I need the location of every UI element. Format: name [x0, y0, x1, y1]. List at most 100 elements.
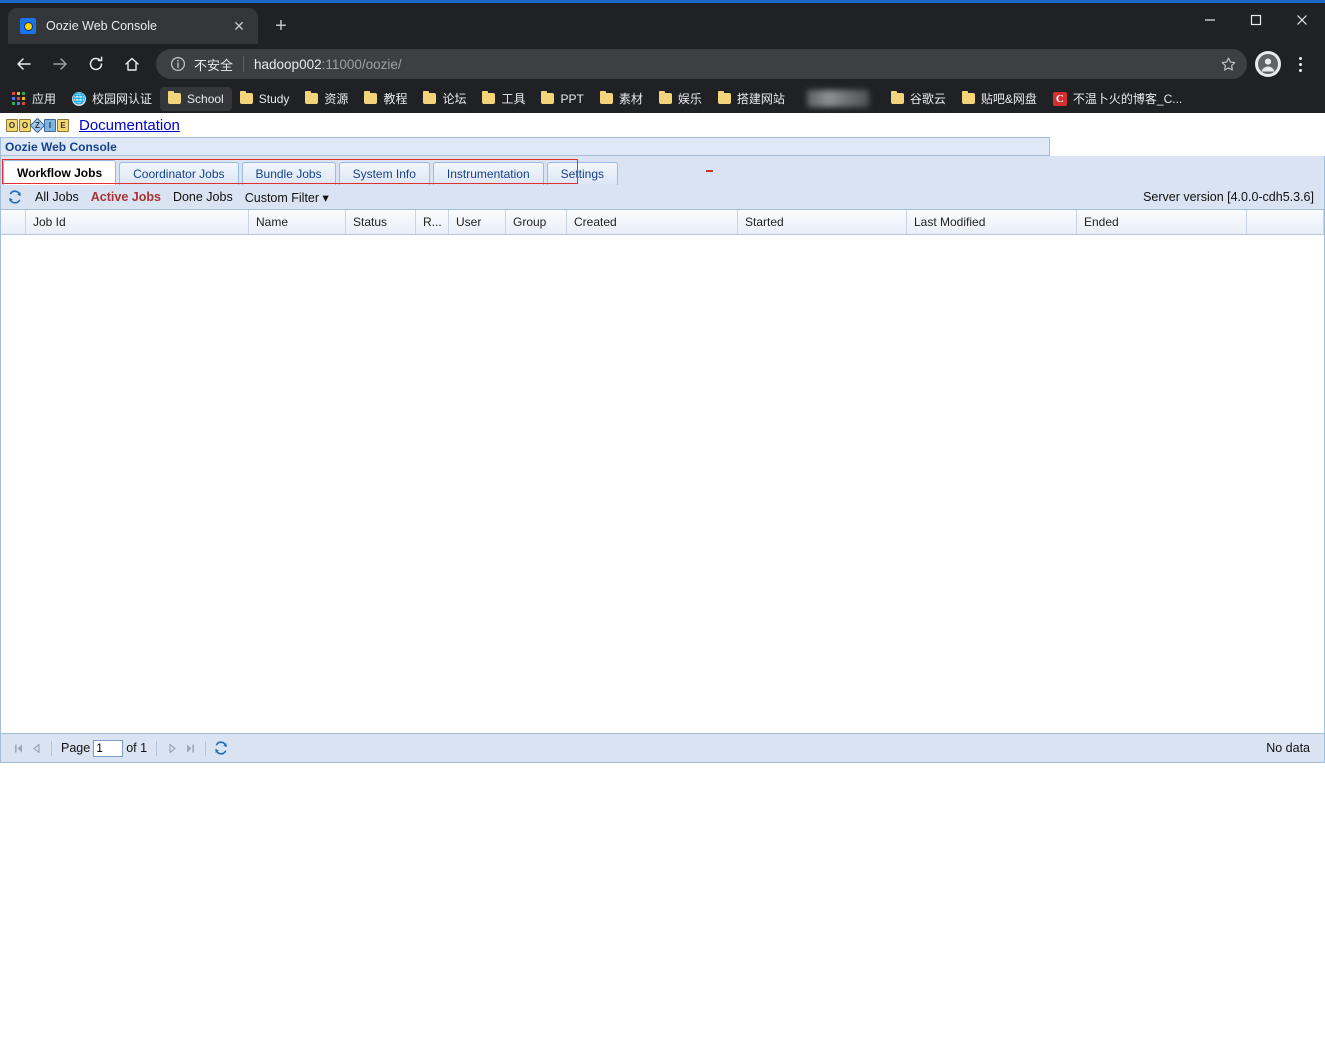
page-total-label: of 1: [126, 741, 148, 755]
jobs-grid: Job Id Name Status R... User Group Created Star…: [0, 210, 1325, 734]
server-version-label: Server version [4.0.0-cdh5.3.6]: [1143, 190, 1314, 204]
address-bar[interactable]: 不安全 hadoop002:11000/oozie/: [156, 49, 1247, 79]
bookmark-item[interactable]: 贴吧&网盘: [954, 87, 1045, 111]
window-controls: [1187, 0, 1325, 40]
dash-annotation: [706, 170, 713, 172]
filter-done-jobs[interactable]: Done Jobs: [173, 190, 233, 204]
bookmark-item[interactable]: 娱乐: [651, 87, 710, 111]
logo-letter-z-2: Z: [29, 117, 46, 133]
app-tab-strip: Workflow Jobs Coordinator Jobs Bundle Jobs…: [0, 156, 1325, 185]
refresh-icon[interactable]: [7, 189, 23, 205]
app-tab-instrumentation[interactable]: Instrumentation: [432, 162, 544, 185]
folder-icon: [658, 90, 672, 104]
job-filter-bar: All Jobs Active Jobs Done Jobs Custom Filte…: [0, 185, 1325, 210]
first-page-icon[interactable]: [9, 739, 27, 757]
console-title-bar: Oozie Web Console: [0, 137, 1050, 156]
folder-icon: [239, 90, 253, 104]
browser-tab[interactable]: Oozie Web Console ✕: [8, 8, 258, 44]
bookmark-item[interactable]: 论坛: [415, 87, 474, 111]
bookmark-label: PPT: [560, 91, 584, 106]
folder-icon: [541, 90, 555, 104]
grid-column-ended[interactable]: Ended: [1077, 210, 1247, 234]
page-label: Page: [61, 741, 91, 755]
logo-letter-i-3: I: [44, 118, 56, 132]
folder-icon: [961, 90, 975, 104]
grid-column-spacer[interactable]: [1247, 210, 1324, 234]
grid-column-last-modified[interactable]: Last Modified: [907, 210, 1077, 234]
bookmark-item[interactable]: 谷歌云: [883, 87, 954, 111]
reload-icon[interactable]: [81, 49, 111, 79]
grid-column-name[interactable]: Name: [249, 210, 346, 234]
page-number-input[interactable]: [93, 739, 124, 757]
bookmarks-bar: 应用 🌐 校园网认证 School Study 资源 教程 论坛 工具 PPT 素材 娱乐 搭建网站 谷歌…: [0, 84, 1325, 113]
not-secure-info-icon[interactable]: [170, 56, 186, 72]
security-label: 不安全: [194, 57, 234, 73]
profile-avatar-icon[interactable]: [1255, 51, 1281, 77]
bookmark-label: 搭建网站: [736, 92, 785, 106]
filter-active-jobs[interactable]: Active Jobs: [91, 190, 161, 204]
new-tab-button[interactable]: +: [266, 11, 296, 41]
forward-icon[interactable]: [45, 49, 75, 79]
bookmark-label: Study: [258, 91, 290, 106]
folder-icon: [168, 90, 182, 104]
grid-pager: Page of 1 No data: [0, 734, 1325, 763]
browser-menu-icon[interactable]: [1287, 56, 1313, 72]
grid-column-spacer[interactable]: [1, 210, 26, 234]
omnibox-divider: [243, 56, 245, 72]
url-host: hadoop002: [254, 56, 322, 72]
browser-tab-title: Oozie Web Console: [46, 19, 157, 33]
home-icon[interactable]: [117, 49, 147, 79]
last-page-icon[interactable]: [181, 739, 199, 757]
close-icon[interactable]: [1279, 0, 1325, 40]
documentation-link[interactable]: Documentation: [79, 117, 180, 134]
bookmark-item[interactable]: [793, 87, 883, 111]
maximize-icon[interactable]: [1233, 0, 1279, 40]
browser-toolbar: 不安全 hadoop002:11000/oozie/: [0, 44, 1325, 84]
minimize-icon[interactable]: [1187, 0, 1233, 40]
filter-custom-filter[interactable]: Custom Filter ▾: [245, 190, 329, 205]
oozie-logo: OOZIE: [6, 117, 69, 133]
bookmark-item[interactable]: School: [160, 86, 232, 111]
filter-all-jobs[interactable]: All Jobs: [35, 190, 79, 204]
grid-column-started[interactable]: Started: [738, 210, 907, 234]
pager-refresh-icon[interactable]: [212, 739, 230, 757]
bookmark-item[interactable]: 教程: [356, 87, 415, 111]
bookmark-label: 资源: [324, 92, 349, 106]
app-tab-system-info[interactable]: System Info: [338, 162, 430, 185]
bookmark-label: 贴吧&网盘: [980, 92, 1037, 106]
grid-body: [1, 235, 1324, 733]
bookmark-item[interactable]: PPT: [533, 87, 591, 111]
bookmark-item[interactable]: 搭建网站: [710, 87, 793, 111]
pager-divider: [51, 740, 52, 756]
back-icon[interactable]: [9, 49, 39, 79]
folder-icon: [423, 90, 437, 104]
app-tab-bundle-jobs[interactable]: Bundle Jobs: [241, 162, 336, 185]
bookmark-item[interactable]: Study: [232, 87, 298, 111]
documentation-row: OOZIE Documentation: [0, 113, 1325, 137]
bookmark-item[interactable]: 资源: [297, 87, 356, 111]
folder-icon: [482, 90, 496, 104]
apps-grid-icon: [12, 91, 26, 106]
url-path: :11000/oozie/: [321, 56, 402, 72]
logo-letter-e-4: E: [57, 118, 69, 132]
grid-column-group[interactable]: Group: [506, 210, 567, 234]
bookmark-star-icon[interactable]: [1213, 49, 1243, 79]
app-tab-workflow-jobs[interactable]: Workflow Jobs: [3, 160, 117, 185]
bookmark-item[interactable]: C 不温卜火的博客_C...: [1045, 87, 1190, 111]
prev-page-icon[interactable]: [27, 739, 45, 757]
bookmark-item[interactable]: 素材: [592, 87, 651, 111]
grid-column-user[interactable]: User: [449, 210, 506, 234]
app-tab-settings[interactable]: Settings: [546, 162, 618, 185]
app-tab-coordinator-jobs[interactable]: Coordinator Jobs: [119, 162, 239, 185]
grid-column-job-id[interactable]: Job Id: [26, 210, 249, 234]
tab-close-icon[interactable]: ✕: [228, 15, 250, 37]
next-page-icon[interactable]: [163, 739, 181, 757]
bookmark-item[interactable]: 🌐 校园网认证: [64, 87, 160, 111]
grid-column-r[interactable]: R...: [416, 210, 449, 234]
bookmark-item[interactable]: 应用: [4, 87, 64, 111]
grid-column-status[interactable]: Status: [346, 210, 416, 234]
grid-column-created[interactable]: Created: [567, 210, 738, 234]
bookmark-item[interactable]: 工具: [474, 87, 533, 111]
folder-icon: [717, 90, 731, 104]
redacted-bookmark[interactable]: [806, 90, 869, 107]
